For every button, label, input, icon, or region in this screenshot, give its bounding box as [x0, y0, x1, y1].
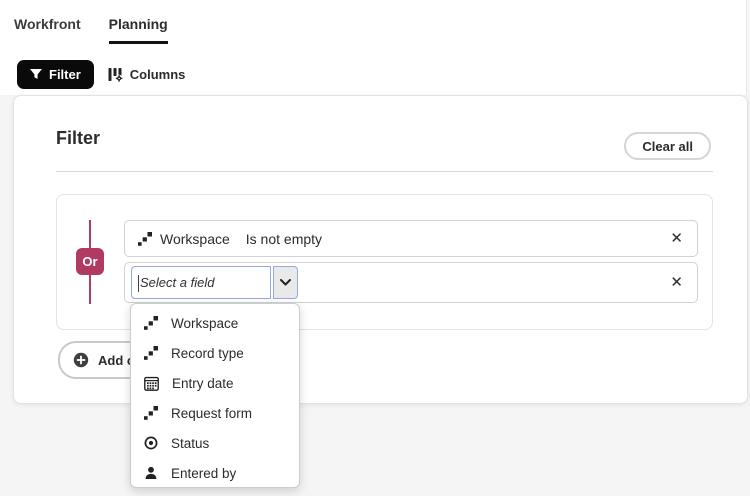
- remove-condition-icon[interactable]: ✕: [670, 231, 683, 246]
- panel-divider: [56, 171, 713, 172]
- columns-gear-icon: [108, 67, 123, 82]
- select-field-input[interactable]: [132, 267, 270, 298]
- menu-item-label: Request form: [171, 406, 252, 421]
- picker-chevron-button[interactable]: [273, 266, 298, 299]
- record-type-icon: [144, 346, 158, 360]
- plus-circle-icon: [73, 352, 89, 368]
- text-caret: [138, 275, 139, 292]
- menu-item-entry-date[interactable]: Entry date: [131, 368, 299, 398]
- remove-condition-icon[interactable]: ✕: [670, 275, 683, 290]
- condition-operator-label: Is not empty: [246, 231, 322, 247]
- menu-item-label: Entry date: [172, 376, 234, 391]
- top-tabs: Workfront Planning: [14, 16, 168, 44]
- filter-funnel-icon: [30, 69, 42, 80]
- record-type-icon: [144, 406, 158, 420]
- field-dropdown-menu: Workspace Record type: [130, 303, 300, 488]
- record-type-icon: [138, 232, 152, 246]
- right-gutter: [746, 0, 750, 95]
- columns-button[interactable]: Columns: [108, 67, 186, 82]
- menu-item-label: Record type: [171, 346, 244, 361]
- filter-panel-title: Filter: [56, 128, 100, 149]
- menu-item-label: Workspace: [171, 316, 238, 331]
- or-operator-badge[interactable]: Or: [76, 248, 104, 275]
- filter-panel: Filter Clear all Or Workspace Is not emp…: [13, 95, 748, 404]
- chevron-down-icon: [280, 279, 291, 286]
- clear-all-button[interactable]: Clear all: [624, 132, 711, 160]
- condition-field-label: Workspace: [160, 231, 230, 247]
- menu-item-entered-by[interactable]: Entered by: [131, 458, 299, 488]
- page: Workfront Planning Filter: [0, 0, 750, 496]
- filter-button[interactable]: Filter: [17, 60, 94, 89]
- menu-item-label: Entered by: [171, 466, 236, 481]
- columns-button-label: Columns: [130, 67, 186, 82]
- filter-button-label: Filter: [49, 67, 81, 82]
- menu-item-request-form[interactable]: Request form: [131, 398, 299, 428]
- menu-item-status[interactable]: Status: [131, 428, 299, 458]
- condition-row-new: ✕: [124, 262, 698, 303]
- tab-workfront[interactable]: Workfront: [14, 16, 81, 44]
- calendar-icon: [144, 376, 159, 391]
- toolbar: Filter Columns: [17, 60, 185, 89]
- menu-item-workspace[interactable]: Workspace: [131, 308, 299, 338]
- field-picker-input-wrap: [131, 266, 271, 299]
- menu-item-label: Status: [171, 436, 209, 451]
- person-icon: [144, 466, 158, 480]
- condition-row-workspace[interactable]: Workspace Is not empty ✕: [124, 220, 698, 257]
- field-picker: [131, 266, 298, 299]
- status-target-icon: [144, 436, 158, 450]
- record-type-icon: [144, 316, 158, 330]
- tab-planning[interactable]: Planning: [109, 16, 168, 44]
- menu-item-record-type[interactable]: Record type: [131, 338, 299, 368]
